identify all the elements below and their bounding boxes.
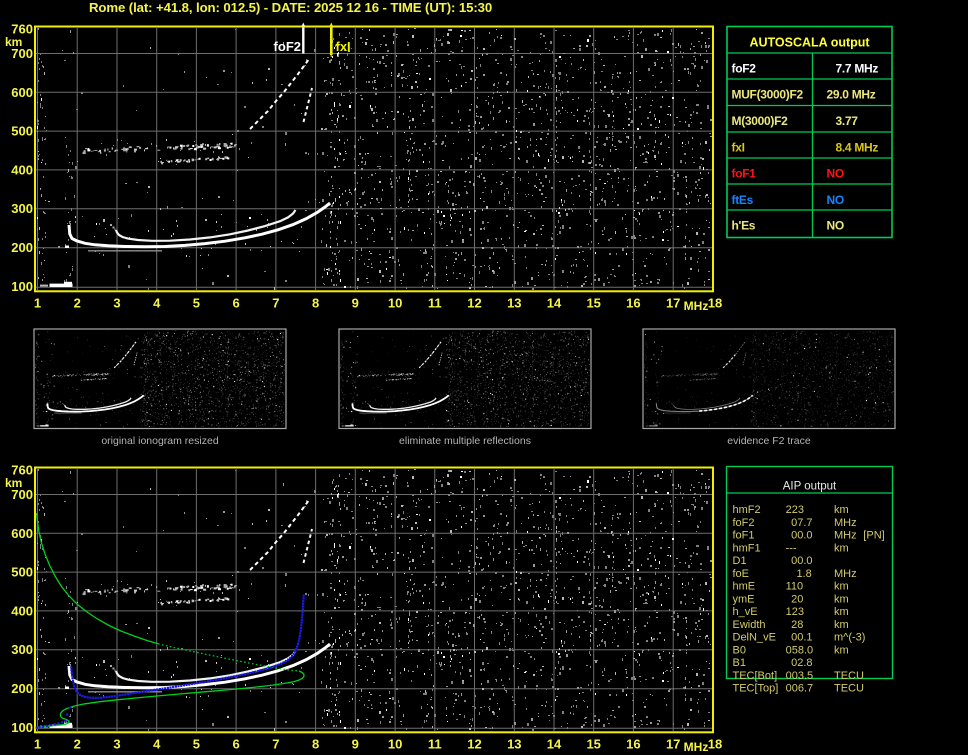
svg-text:29.0 MHz: 29.0 MHz [827,88,876,102]
svg-text:TECU: TECU [834,670,864,682]
svg-text:MHz: MHz [834,517,857,529]
svg-text:foF1: foF1 [732,167,757,181]
svg-text:m^(-3): m^(-3) [834,632,865,644]
svg-text:evidence F2 trace: evidence F2 trace [727,435,811,447]
svg-text:3.77: 3.77 [836,114,859,128]
svg-text:---: --- [786,542,797,554]
svg-text:h'Es: h'Es [732,219,756,233]
svg-text:28: 28 [791,619,803,631]
svg-text:km: km [834,644,849,656]
svg-text:B1: B1 [733,657,746,669]
svg-text:foF1: foF1 [733,530,755,542]
svg-text:AUTOSCALA output: AUTOSCALA output [749,36,870,50]
svg-text:fxI: fxI [732,141,745,155]
svg-text:MHz: MHz [834,568,857,580]
svg-text:D1: D1 [733,555,747,567]
svg-text:foF2: foF2 [732,62,757,76]
svg-text:TEC[Top]: TEC[Top] [733,683,779,695]
svg-text:TEC[Bot]: TEC[Bot] [733,670,778,682]
svg-text:006.7: 006.7 [786,683,814,695]
svg-text:hmE: hmE [733,581,756,593]
svg-text:[PN]: [PN] [863,530,884,542]
svg-text:eliminate multiple reflections: eliminate multiple reflections [399,435,531,447]
svg-text:AIP output: AIP output [783,481,837,493]
svg-text:km: km [834,581,849,593]
svg-text:MHz: MHz [834,530,857,542]
svg-text:1.8: 1.8 [797,568,812,580]
svg-text:foE: foE [733,568,750,580]
svg-text:foF2: foF2 [274,39,301,54]
svg-text:foF2: foF2 [733,517,755,529]
svg-text:MUF(3000)F2: MUF(3000)F2 [732,88,804,102]
svg-text:original ionogram resized: original ionogram resized [101,435,218,447]
svg-text:km: km [834,619,849,631]
svg-text:8.4 MHz: 8.4 MHz [836,141,879,155]
svg-text:058.0: 058.0 [786,644,814,656]
svg-text:fxI: fxI [336,39,351,54]
svg-text:km: km [834,606,849,618]
svg-text:110: 110 [786,581,804,593]
svg-text:Ewidth: Ewidth [733,619,766,631]
svg-text:km: km [834,504,849,516]
svg-text:02.8: 02.8 [791,657,812,669]
svg-text:00.1: 00.1 [791,632,812,644]
svg-text:07.7: 07.7 [791,517,812,529]
svg-text:DelN_vE: DelN_vE [733,632,776,644]
svg-text:NO: NO [827,219,844,233]
svg-text:ftEs: ftEs [732,193,754,207]
svg-text:Rome (lat: +41.8, lon: 012.5): Rome (lat: +41.8, lon: 012.5) - DATE: 20… [89,0,492,15]
svg-text:7.7 MHz: 7.7 MHz [836,62,879,76]
svg-text:NO: NO [827,193,844,207]
svg-text:223: 223 [786,504,804,516]
svg-text:TECU: TECU [834,683,864,695]
svg-text:hmF2: hmF2 [733,504,761,516]
svg-text:20: 20 [791,593,803,605]
svg-text:123: 123 [786,606,804,618]
svg-text:NO: NO [827,167,844,181]
svg-text:h_vE: h_vE [733,606,758,618]
svg-text:M(3000)F2: M(3000)F2 [732,114,789,128]
svg-text:ymE: ymE [733,593,755,605]
svg-text:B0: B0 [733,644,746,656]
svg-text:00.0: 00.0 [791,530,812,542]
svg-text:km: km [834,542,849,554]
svg-text:km: km [834,593,849,605]
svg-text:003.5: 003.5 [786,670,814,682]
svg-text:00.0: 00.0 [791,555,812,567]
svg-text:hmF1: hmF1 [733,542,761,554]
